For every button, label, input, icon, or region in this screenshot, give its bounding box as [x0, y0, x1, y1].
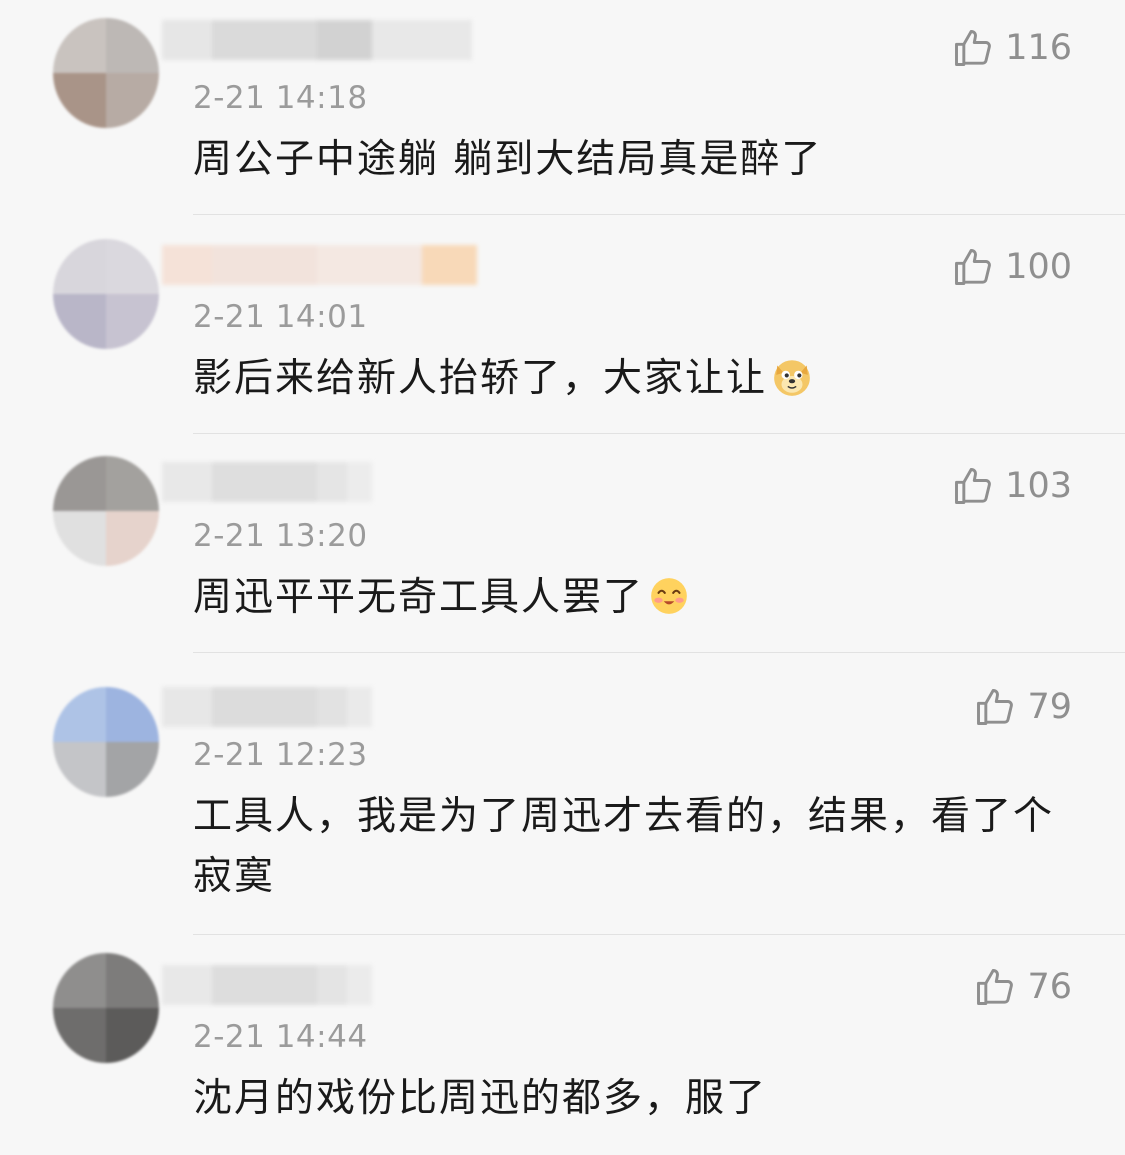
- like-count: 116: [1005, 28, 1072, 68]
- thumbs-up-icon: [977, 689, 1014, 725]
- like-count: 76: [1027, 967, 1072, 1007]
- like-button[interactable]: 103: [951, 464, 1072, 508]
- like-button[interactable]: 79: [973, 685, 1072, 729]
- comment-list: 2-21 14:18 116 周公子中途躺 躺到大结局真是醉了 2-21 14:…: [0, 0, 1125, 1155]
- like-button[interactable]: 100: [951, 245, 1072, 289]
- avatar[interactable]: [53, 687, 159, 797]
- like-count: 100: [1005, 247, 1072, 287]
- comment-time: 2-21 12:23: [193, 737, 368, 773]
- comment-text: 工具人，我是为了周迅才去看的，结果，看了个寂寞: [193, 794, 1055, 899]
- like-button[interactable]: 76: [973, 965, 1072, 1009]
- avatar[interactable]: [53, 456, 159, 566]
- username-redacted[interactable]: [162, 687, 372, 727]
- comment-item: 2-21 12:23 79 工具人，我是为了周迅才去看的，结果，看了个寂寞: [0, 653, 1125, 935]
- thumbs-up-icon: [955, 249, 992, 285]
- doge-emoji-icon: [774, 360, 810, 396]
- username-redacted[interactable]: [162, 965, 372, 1005]
- avatar[interactable]: [53, 18, 159, 128]
- comment-text: 沈月的戏份比周迅的都多，服了: [193, 1076, 768, 1121]
- comment-text: 周公子中途躺 躺到大结局真是醉了: [193, 137, 823, 182]
- avatar[interactable]: [53, 953, 159, 1063]
- comment-item: 2-21 14:18 116 周公子中途躺 躺到大结局真是醉了: [0, 0, 1125, 215]
- comment-item: 2-21 14:01 100 影后来给新人抬轿了，大家让让: [0, 215, 1125, 434]
- blush-emoji-icon: [651, 578, 687, 614]
- username-redacted[interactable]: [162, 20, 472, 60]
- thumbs-up-icon: [955, 30, 992, 66]
- comment-time: 2-21 14:01: [193, 299, 368, 335]
- username-redacted[interactable]: [162, 462, 372, 502]
- comment-item: 2-21 13:20 103 周迅平平无奇工具人罢了: [0, 434, 1125, 653]
- comment-item: 2-21 14:44 76 沈月的戏份比周迅的都多，服了: [0, 935, 1125, 1155]
- comment-time: 2-21 14:18: [193, 80, 368, 116]
- thumbs-up-icon: [977, 969, 1014, 1005]
- like-count: 79: [1027, 687, 1072, 727]
- username-redacted[interactable]: [162, 245, 477, 285]
- like-count: 103: [1005, 466, 1072, 506]
- comment-time: 2-21 14:44: [193, 1019, 368, 1055]
- comment-text-content: 影后来给新人抬轿了，大家让让: [193, 356, 768, 401]
- thumbs-up-icon: [955, 468, 992, 504]
- comment-text: 影后来给新人抬轿了，大家让让: [193, 349, 1073, 409]
- avatar[interactable]: [53, 239, 159, 349]
- comment-text-content: 周迅平平无奇工具人罢了: [193, 575, 645, 620]
- comment-text: 周迅平平无奇工具人罢了: [193, 568, 1073, 628]
- comment-time: 2-21 13:20: [193, 518, 368, 554]
- like-button[interactable]: 116: [951, 26, 1072, 70]
